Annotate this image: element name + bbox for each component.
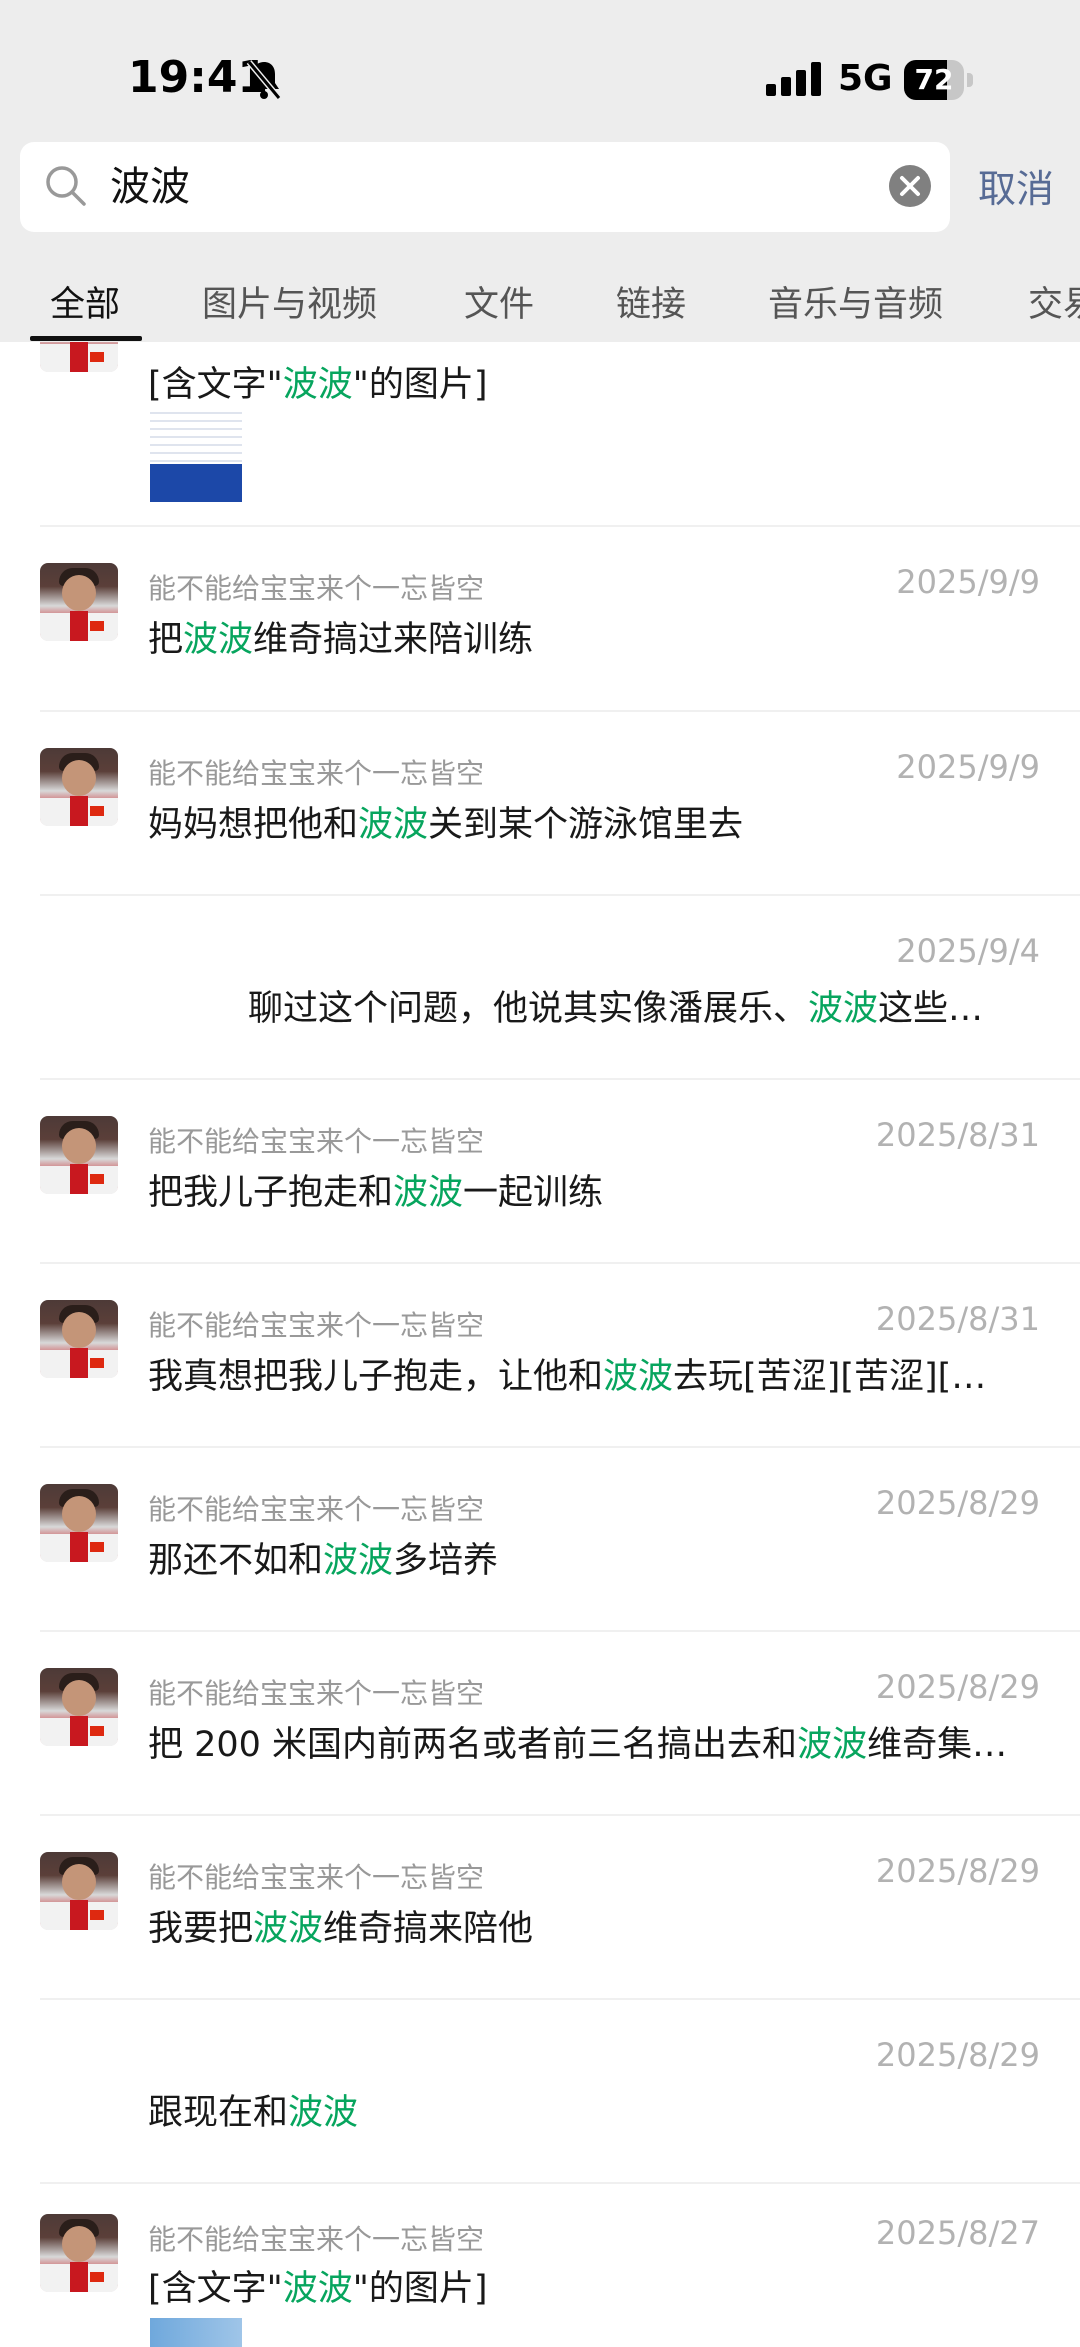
message-date: 2025/8/29	[875, 1852, 1040, 1890]
message-text: 聊过这个问题，他说其实像潘展乐、波波这些…	[248, 989, 984, 1029]
status-bar: 19:41 5G 72	[0, 0, 1080, 140]
message-text: 那还不如和波波多培养	[148, 1541, 499, 1581]
result-item[interactable]: 2025/9/4 聊过这个问题，他说其实像潘展乐、波波这些…	[0, 896, 1080, 1080]
search-bar[interactable]: 波波	[20, 142, 950, 232]
sender-name: 能不能给宝宝来个一忘皆空	[148, 757, 485, 790]
message-date: 2025/8/29	[875, 2036, 1040, 2074]
avatar	[40, 2214, 118, 2292]
result-item[interactable]: 2025/8/29 跟现在和波波	[0, 2000, 1080, 2184]
sender-name: 能不能给宝宝来个一忘皆空	[148, 1677, 485, 1710]
filter-tabs: 全部 图片与视频 文件 链接 音乐与音频 交易	[0, 270, 1080, 342]
message-text: [含文字"波波"的图片]	[148, 365, 488, 405]
sender-name: 能不能给宝宝来个一忘皆空	[148, 1493, 485, 1526]
image-thumbnail[interactable]	[150, 2318, 242, 2347]
sender-name: 能不能给宝宝来个一忘皆空	[148, 1309, 485, 1342]
avatar	[40, 1484, 118, 1562]
message-date: 2025/8/29	[875, 1484, 1040, 1522]
battery-level: 72	[914, 63, 954, 96]
avatar	[40, 1852, 118, 1930]
cancel-button[interactable]: 取消	[978, 158, 1054, 213]
sender-name: 能不能给宝宝来个一忘皆空	[148, 572, 485, 605]
tab-music-audio[interactable]: 音乐与音频	[768, 276, 943, 327]
message-text: [含文字"波波"的图片]	[148, 2269, 488, 2309]
result-item[interactable]: 能不能给宝宝来个一忘皆空 2025/8/27 [含文字"波波"的图片]	[0, 2184, 1080, 2347]
sender-name: 能不能给宝宝来个一忘皆空	[148, 2223, 485, 2256]
message-date: 2025/9/9	[896, 748, 1040, 786]
bell-muted-icon	[246, 60, 282, 100]
tab-transactions[interactable]: 交易	[1028, 276, 1080, 327]
message-text: 跟现在和波波	[148, 2093, 359, 2133]
result-item[interactable]: 能不能给宝宝来个一忘皆空 2025/8/29 那还不如和波波多培养	[0, 1448, 1080, 1632]
sender-name: 能不能给宝宝来个一忘皆空	[148, 1125, 485, 1158]
message-text: 我真想把我儿子抱走，让他和波波去玩[苦涩][苦涩][…	[148, 1357, 987, 1397]
search-input[interactable]: 波波	[110, 160, 190, 214]
message-date: 2025/8/31	[875, 1300, 1040, 1338]
avatar	[40, 563, 118, 641]
avatar	[40, 1300, 118, 1378]
sender-name: 能不能给宝宝来个一忘皆空	[148, 1861, 485, 1894]
tab-links[interactable]: 链接	[616, 276, 686, 327]
clear-icon[interactable]	[888, 164, 932, 208]
cellular-signal-icon	[766, 62, 821, 96]
result-item[interactable]: 能不能给宝宝来个一忘皆空 2025/8/29 我要把波波维奇搞来陪他	[0, 1816, 1080, 2000]
message-date: 2025/9/9	[896, 563, 1040, 601]
tab-images-videos[interactable]: 图片与视频	[202, 276, 377, 327]
result-item[interactable]: 能不能给宝宝来个一忘皆空 2025/9/9 把波波维奇搞过来陪训练	[0, 527, 1080, 712]
search-icon	[46, 166, 86, 206]
avatar	[40, 1668, 118, 1746]
tab-files[interactable]: 文件	[464, 276, 534, 327]
result-item[interactable]: 能不能给宝宝来个一忘皆空 2025/8/29 把 200 米国内前两名或者前三名…	[0, 1632, 1080, 1816]
avatar	[40, 1116, 118, 1194]
message-date: 2025/8/31	[875, 1116, 1040, 1154]
message-text: 把我儿子抱走和波波一起训练	[148, 1173, 604, 1213]
image-thumbnail[interactable]	[150, 412, 242, 502]
avatar	[40, 748, 118, 826]
message-text: 把波波维奇搞过来陪训练	[148, 620, 534, 660]
result-item[interactable]: 能不能给宝宝来个一忘皆空 2025/8/31 我真想把我儿子抱走，让他和波波去玩…	[0, 1264, 1080, 1448]
message-text: 把 200 米国内前两名或者前三名搞出去和波波维奇集…	[148, 1725, 1008, 1765]
battery-icon: 72	[904, 60, 976, 100]
result-item[interactable]: 能不能给宝宝来个一忘皆空 2025/8/31 把我儿子抱走和波波一起训练	[0, 1080, 1080, 1264]
tab-all[interactable]: 全部	[50, 276, 120, 327]
network-type: 5G	[838, 58, 893, 99]
message-text: 我要把波波维奇搞来陪他	[148, 1909, 534, 1949]
message-date: 2025/8/29	[875, 1668, 1040, 1706]
message-date: 2025/9/4	[896, 932, 1040, 970]
search-results[interactable]: [含文字"波波"的图片] 能不能给宝宝来个一忘皆空 2025/9/9 把波波维奇…	[0, 300, 1080, 2347]
result-item[interactable]: 能不能给宝宝来个一忘皆空 2025/9/9 妈妈想把他和波波关到某个游泳馆里去	[0, 712, 1080, 896]
header: 19:41 5G 72 波波 取消 全部 图片与视频 文件 链接 音乐与音频 交	[0, 0, 1080, 342]
message-text: 妈妈想把他和波波关到某个游泳馆里去	[148, 805, 744, 845]
message-date: 2025/8/27	[875, 2214, 1040, 2252]
active-tab-indicator	[30, 336, 142, 341]
